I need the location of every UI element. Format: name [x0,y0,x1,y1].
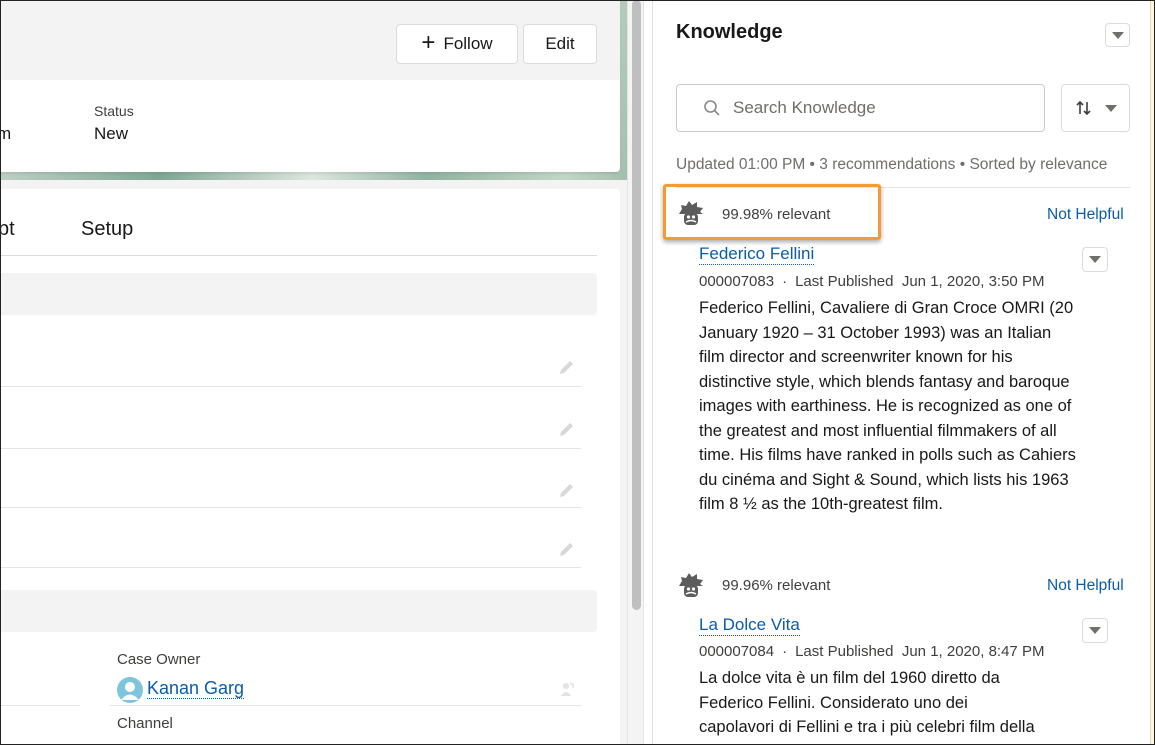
recommendations-meta: Updated 01:00 PM • 3 recommendations • S… [676,156,1108,173]
chevron-down-icon [1089,627,1101,634]
chevron-down-icon [1111,31,1124,39]
status-label: Status [94,103,134,119]
article-menu-button[interactable] [1082,247,1108,272]
tab-transcript[interactable]: pt [0,218,15,241]
relevance-score: 99.96% relevant [722,577,831,594]
row-divider [0,567,581,568]
article-title-link[interactable]: Federico Fellini [699,244,815,265]
follow-button[interactable]: + Follow [396,24,518,64]
pencil-icon[interactable] [557,482,575,500]
chevron-down-icon [1089,256,1101,263]
search-input[interactable] [733,98,1033,118]
pencil-icon[interactable] [557,421,575,439]
article-body: La dolce vita è un film del 1960 diretto… [699,669,1035,736]
user-avatar-icon [117,677,143,703]
article-number: 000007084 [699,643,775,660]
search-knowledge-field[interactable] [676,84,1045,132]
follow-label: Follow [443,34,493,53]
section-header[interactable] [0,273,597,315]
knowledge-menu-button[interactable] [1105,23,1130,47]
pencil-icon[interactable] [557,359,575,377]
case-owner-label: Case Owner [117,651,201,668]
search-icon [704,100,720,116]
channel-label: Channel [117,715,173,732]
article-menu-button[interactable] [1082,618,1108,643]
einstein-icon [679,573,703,597]
edit-button[interactable]: Edit [523,24,597,64]
chevron-down-icon [1104,104,1117,112]
sort-button[interactable] [1061,84,1130,132]
status-value: New [94,124,129,143]
sort-icon [1075,100,1091,116]
published-label: Last Published [795,643,894,660]
relevance-score: 99.98% relevant [722,206,831,223]
partial-field-value: m [0,124,12,143]
tab-setup[interactable]: Setup [81,218,133,241]
article-body: Federico Fellini, Cavaliere di Gran Croc… [699,299,1076,513]
change-owner-icon[interactable] [558,680,576,698]
pencil-icon[interactable] [557,541,575,559]
published-date: Jun 1, 2020, 8:47 PM [901,643,1045,660]
knowledge-title: Knowledge [676,21,783,43]
article-number: 000007083 [699,273,775,290]
row-divider [0,448,581,449]
edit-label: Edit [545,34,575,53]
not-helpful-link[interactable]: Not Helpful [1047,206,1124,224]
section-header[interactable] [0,590,597,632]
not-helpful-link[interactable]: Not Helpful [1047,577,1124,595]
row-divider [110,705,581,706]
published-label: Last Published [795,273,894,290]
row-divider [0,507,581,508]
panel-edge [1150,0,1155,745]
case-owner-link[interactable]: Kanan Garg [147,678,245,699]
row-divider [0,386,581,387]
article-title-link[interactable]: La Dolce Vita [699,615,800,636]
einstein-icon [679,201,703,225]
article-meta: 000007083 · Last Published Jun 1, 2020, 3:… [699,273,1045,290]
article-meta: 000007084 · Last Published Jun 1, 2020, 8:… [699,643,1045,660]
plus-icon: + [421,29,436,56]
scrollbar-thumb[interactable] [632,0,641,610]
row-divider [0,705,80,706]
tab-divider [0,255,597,256]
published-date: Jun 1, 2020, 3:50 PM [901,273,1045,290]
